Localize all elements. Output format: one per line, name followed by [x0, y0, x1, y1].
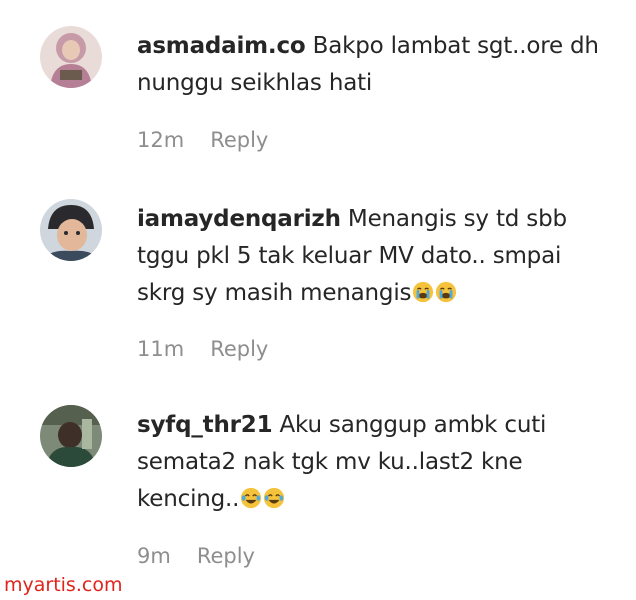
- comment-username[interactable]: asmadaim.co: [137, 33, 306, 59]
- avatar[interactable]: [40, 26, 102, 88]
- emoji-group: [239, 486, 285, 512]
- comment-meta: 9m Reply: [137, 544, 255, 568]
- avatar[interactable]: [40, 199, 102, 261]
- comment-timestamp: 11m: [137, 337, 185, 361]
- reply-button[interactable]: Reply: [210, 128, 268, 152]
- comment-body: syfq_thr21 Aku sanggup ambk cuti semata2…: [137, 407, 607, 518]
- comment-meta: 12m Reply: [137, 128, 268, 152]
- tears-of-joy-face-icon: [241, 487, 262, 509]
- emoji-group: [411, 280, 457, 306]
- comment-timestamp: 12m: [137, 128, 185, 152]
- watermark: myartis.com: [4, 574, 123, 596]
- comment-body: asmadaim.co Bakpo lambat sgt..ore dh nun…: [137, 28, 607, 102]
- loudly-crying-face-icon: [436, 281, 457, 303]
- comment-timestamp: 9m: [137, 544, 171, 568]
- reply-button[interactable]: Reply: [210, 337, 268, 361]
- comment-username[interactable]: syfq_thr21: [137, 412, 273, 438]
- loudly-crying-face-icon: [413, 281, 434, 303]
- avatar[interactable]: [40, 405, 102, 467]
- reply-button[interactable]: Reply: [197, 544, 255, 568]
- comment-meta: 11m Reply: [137, 337, 268, 361]
- comment-body: iamaydenqarizh Menangis sy td sbb tggu p…: [137, 201, 607, 312]
- comment-username[interactable]: iamaydenqarizh: [137, 206, 341, 232]
- tears-of-joy-face-icon: [264, 487, 285, 509]
